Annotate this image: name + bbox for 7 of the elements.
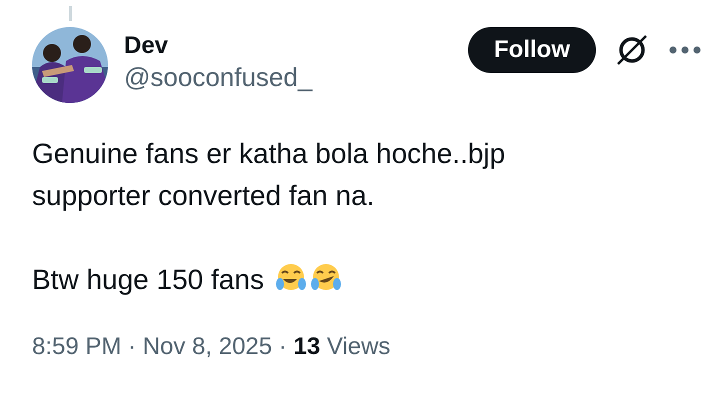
follow-button[interactable]: Follow	[468, 27, 596, 73]
post-timestamp-views: 8:59 PM · Nov 8, 2025 · 13 Views	[31, 332, 392, 362]
author-name[interactable]: Dev	[124, 31, 312, 61]
author-handle[interactable]: @sooconfused_	[124, 61, 312, 93]
more-icon[interactable]	[668, 45, 702, 55]
post-text: Genuine fans er katha bola hoche..bjp supporter converted fan na.	[32, 138, 506, 211]
post-text: Btw huge 150 fans	[32, 264, 264, 295]
